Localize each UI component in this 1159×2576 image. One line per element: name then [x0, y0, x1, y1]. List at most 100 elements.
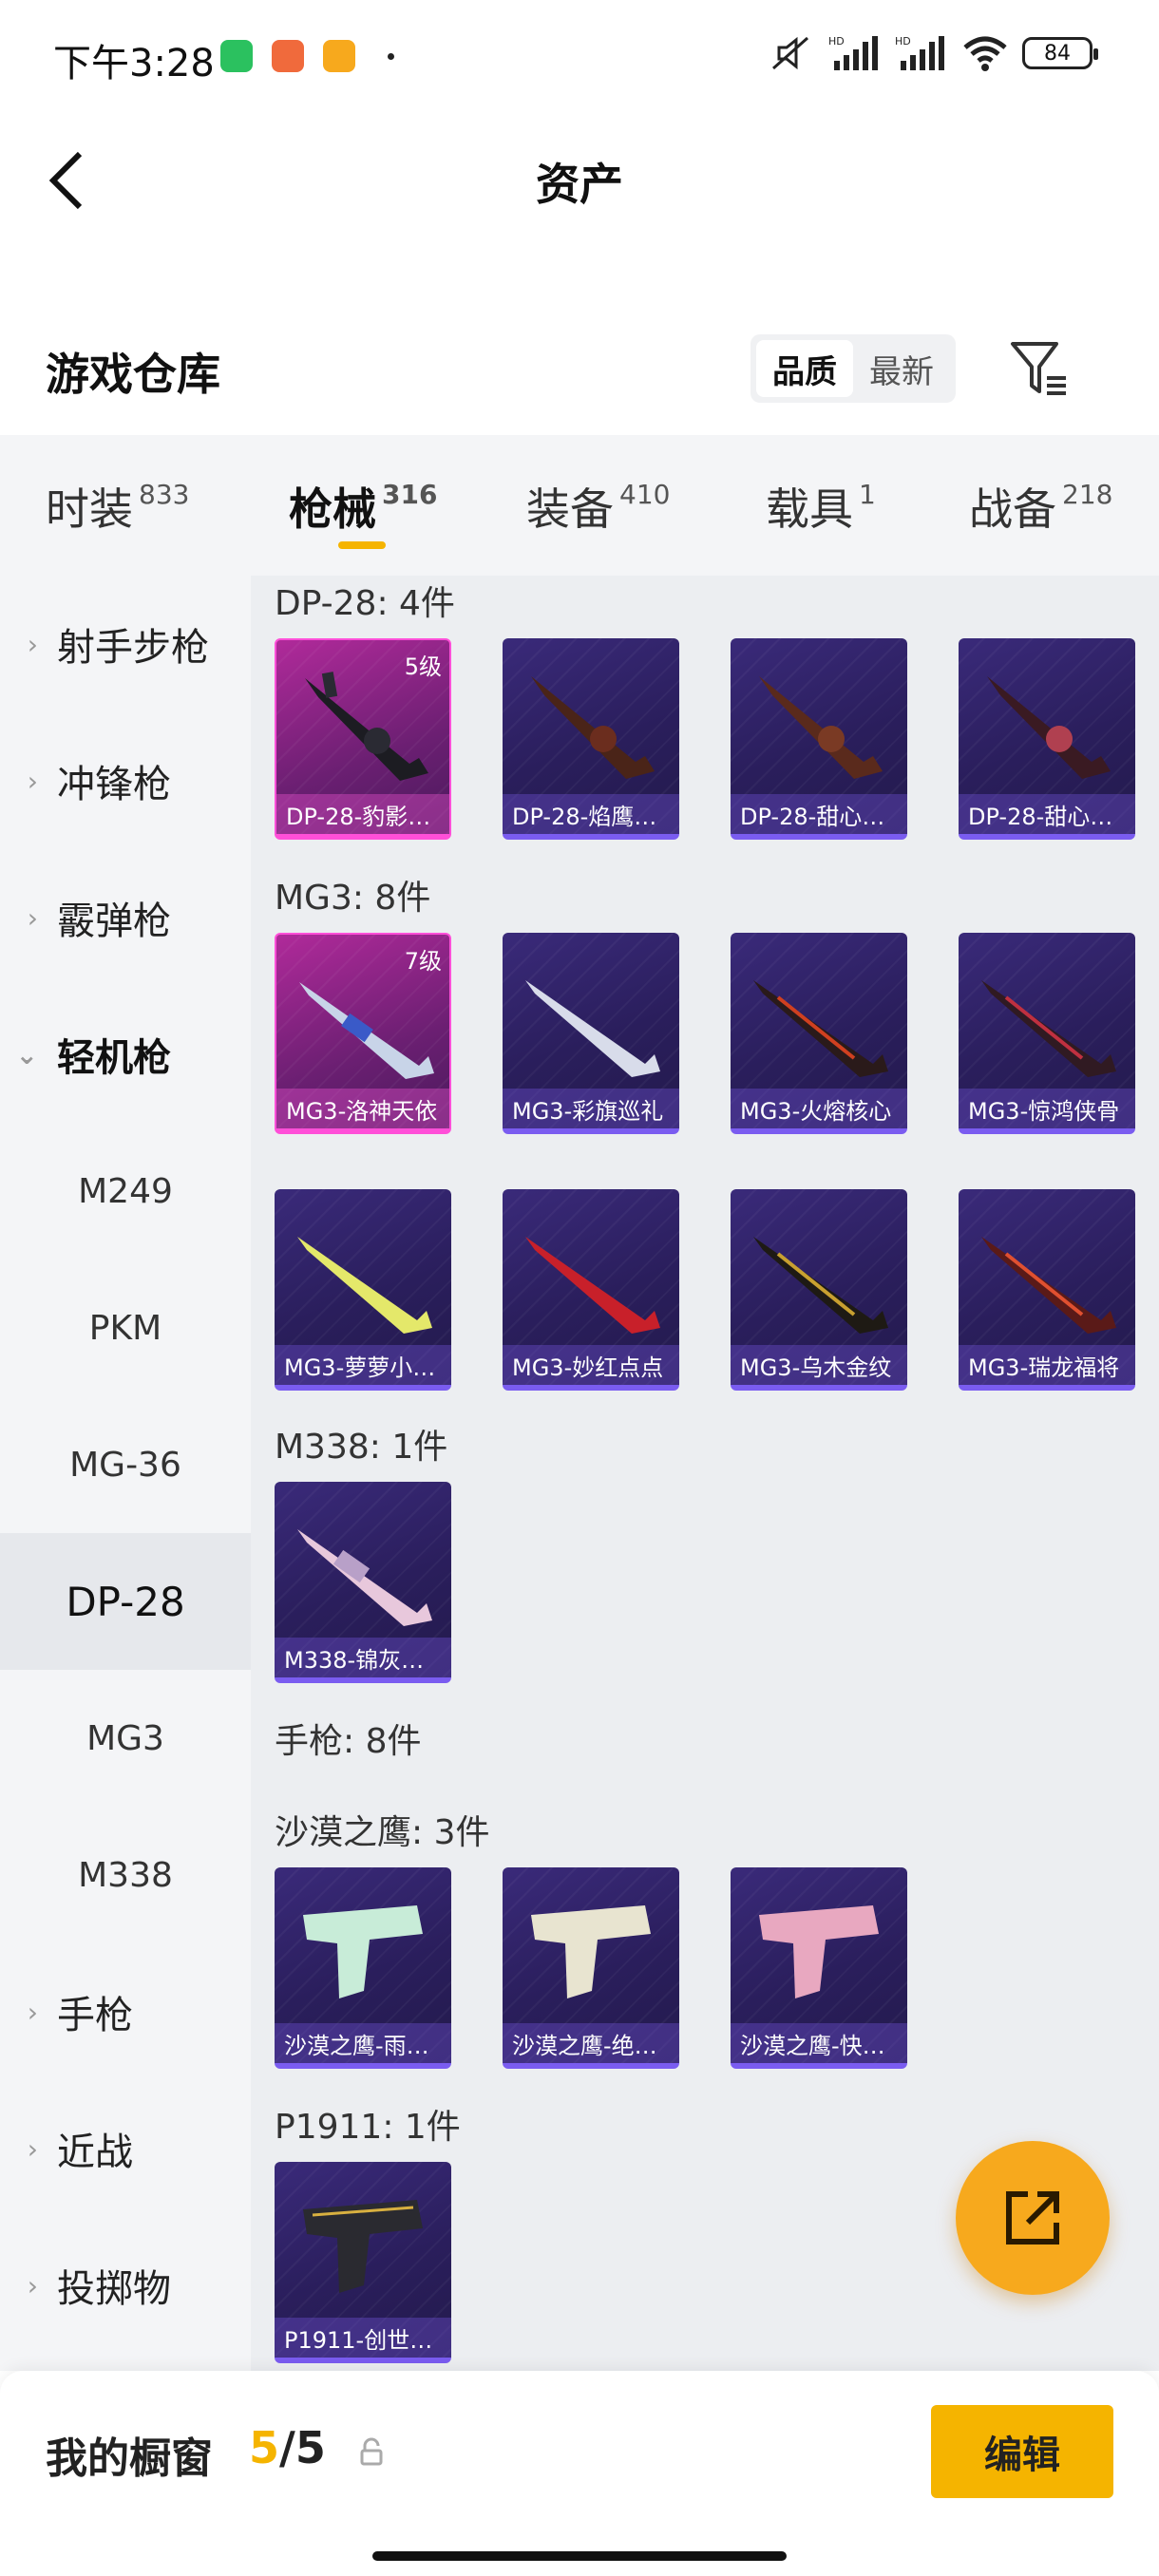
item-card[interactable]: DP-28-甜心…	[731, 638, 907, 840]
tab-count: 833	[139, 479, 190, 510]
group-title: P1911: 1件	[275, 2108, 461, 2147]
chevron-right-icon: ›	[27, 2269, 38, 2301]
lmg-icon	[297, 1529, 432, 1626]
item-name: 沙漠之鹰-绝…	[503, 2023, 679, 2063]
lmg-icon	[987, 676, 1111, 779]
sidebar-item-mg36[interactable]: MG-36	[0, 1396, 251, 1533]
item-card[interactable]: MG3-彩旗巡礼	[503, 933, 679, 1134]
sidebar-item-mg3[interactable]: MG3	[0, 1670, 251, 1807]
sidebar-item-throwable[interactable]: › 投掷物	[0, 2217, 251, 2354]
category-tabs: 时装 833 枪械 316 装备 410 载具 1 战备 218	[0, 435, 1159, 576]
item-name: MG3-洛神天依	[276, 1089, 449, 1128]
lmg-icon	[531, 676, 655, 779]
wechat-icon	[220, 40, 253, 72]
wifi-icon	[963, 36, 1007, 71]
mute-icon	[772, 36, 808, 70]
tab-battle-gear[interactable]: 战备 218	[969, 475, 1112, 538]
sidebar-item-pistol[interactable]: › 手枪	[0, 1943, 251, 2080]
tab-label: 枪械	[289, 483, 376, 535]
item-name: DP-28-甜心…	[731, 794, 907, 834]
item-name: MG3-惊鸿侠骨	[959, 1089, 1135, 1128]
sidebar-item-pkm[interactable]: PKM	[0, 1260, 251, 1396]
item-card[interactable]: 沙漠之鹰-绝…	[503, 1867, 679, 2069]
sidebar-item-dp28[interactable]: DP-28	[0, 1533, 251, 1670]
item-card[interactable]: 7级 MG3-洛神天依	[275, 933, 451, 1134]
group-title: 手枪: 8件	[275, 1722, 422, 1761]
chevron-right-icon: ›	[27, 765, 38, 797]
sidebar-item-smg[interactable]: › 冲锋枪	[0, 712, 251, 849]
sidebar-item-shotgun[interactable]: › 霰弹枪	[0, 849, 251, 986]
lmg-icon	[525, 1237, 660, 1334]
tab-vehicles[interactable]: 载具 1	[766, 475, 876, 538]
item-card[interactable]: 沙漠之鹰-雨…	[275, 1867, 451, 2069]
sidebar-item-label: 冲锋枪	[57, 763, 171, 806]
lmg-icon	[981, 980, 1116, 1077]
sidebar-item-lmg[interactable]: ⌄ 轻机枪	[0, 986, 251, 1123]
tab-fashion[interactable]: 时装 833	[46, 475, 189, 538]
item-card[interactable]: M338-锦灰…	[275, 1482, 451, 1683]
pistol-icon	[303, 1905, 423, 1998]
sidebar-item-label: 投掷物	[57, 2267, 171, 2311]
page-title: 资产	[536, 159, 623, 210]
item-level: 5级	[404, 653, 442, 680]
pistol-icon	[531, 1905, 651, 1998]
lmg-icon	[753, 1237, 888, 1334]
sidebar-item-marksman-rifle[interactable]: › 射手步枪	[0, 576, 251, 712]
sort-quality-button[interactable]: 品质	[756, 340, 853, 397]
item-card[interactable]: P1911-创世…	[275, 2162, 451, 2363]
item-card[interactable]: 沙漠之鹰-快…	[731, 1867, 907, 2069]
item-card[interactable]: MG3-火熔核心	[731, 933, 907, 1134]
item-name: MG3-乌木金纹	[731, 1345, 907, 1385]
svg-text:HD: HD	[895, 35, 911, 47]
item-card[interactable]: 5级 DP-28-豹影…	[275, 638, 451, 840]
warehouse-title: 游戏仓库	[46, 349, 220, 400]
svg-text:HD: HD	[828, 35, 845, 47]
home-indicator[interactable]	[372, 2551, 787, 2561]
group-title: M338: 1件	[275, 1428, 448, 1467]
sidebar-item-melee[interactable]: › 近战	[0, 2080, 251, 2217]
item-card[interactable]: DP-28-焰鹰…	[503, 638, 679, 840]
tab-label: 装备	[526, 483, 614, 535]
showcase-bar: 我的橱窗 5/5 编辑	[0, 2371, 1159, 2576]
sort-toggle: 品质 最新	[750, 334, 956, 403]
sidebar-item-label: 近战	[57, 2131, 133, 2174]
item-grid-area: DP-28: 4件 5级 DP-28-豹影… DP-28-焰鹰… DP-28-甜心…	[251, 576, 1159, 2371]
item-card[interactable]: MG3-惊鸿侠骨	[959, 933, 1135, 1134]
chevron-right-icon: ›	[27, 901, 38, 934]
sidebar-item-m249[interactable]: M249	[0, 1123, 251, 1260]
notification-dot-icon	[388, 53, 394, 60]
lmg-icon	[525, 980, 660, 1077]
status-time: 下午3:28	[53, 42, 215, 85]
share-icon	[1006, 2191, 1059, 2245]
item-card[interactable]: MG3-萝萝小…	[275, 1189, 451, 1391]
sidebar-item-m338[interactable]: M338	[0, 1807, 251, 1943]
weapon-type-sidebar: › 射手步枪 › 冲锋枪 › 霰弹枪 ⌄ 轻机枪 M249 PKM MG-36 DP-2…	[0, 576, 251, 2371]
tab-label: 载具	[766, 483, 853, 535]
item-card[interactable]: MG3-瑞龙福将	[959, 1189, 1135, 1391]
tab-equipment[interactable]: 装备 410	[526, 475, 670, 538]
tab-label: 时装	[46, 483, 133, 535]
active-tab-indicator	[338, 541, 386, 549]
item-name: MG3-火熔核心	[731, 1089, 907, 1128]
tab-count: 1	[859, 479, 876, 510]
showcase-count: 5/5	[249, 2422, 326, 2473]
item-card[interactable]: DP-28-甜心…	[959, 638, 1135, 840]
item-card[interactable]: MG3-乌木金纹	[731, 1189, 907, 1391]
showcase-separator: /	[279, 2422, 295, 2473]
chevron-right-icon: ›	[27, 628, 38, 660]
edit-button[interactable]: 编辑	[931, 2405, 1113, 2498]
sidebar-item-label: 手枪	[57, 1994, 133, 2037]
sidebar-item-label: 轻机枪	[57, 1036, 171, 1080]
filter-button[interactable]	[1007, 336, 1072, 401]
item-name: 沙漠之鹰-快…	[731, 2023, 907, 2063]
share-button[interactable]	[956, 2141, 1110, 2295]
hd-signal-icon: HD	[895, 35, 944, 70]
item-name: MG3-妙红点点	[503, 1345, 679, 1385]
sidebar-item-label: 霰弹枪	[57, 900, 171, 943]
tab-firearms[interactable]: 枪械 316	[289, 475, 437, 538]
chevron-right-icon: ›	[27, 1996, 38, 2028]
sort-newest-button[interactable]: 最新	[853, 340, 950, 397]
item-card[interactable]: MG3-妙红点点	[503, 1189, 679, 1391]
chevron-right-icon: ›	[27, 2132, 38, 2165]
lmg-icon	[297, 1237, 432, 1334]
